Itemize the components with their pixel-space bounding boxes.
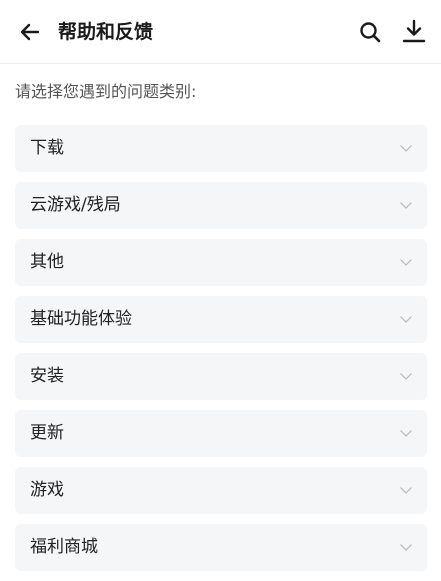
chevron-down-icon (400, 544, 412, 551)
category-list: 下载 云游戏/残局 其他 基础功能体验 安装 更新 游戏 福利商城 (15, 125, 427, 581)
category-item-welfare-mall[interactable]: 福利商城 (15, 524, 427, 571)
category-label: 云游戏/残局 (30, 195, 121, 215)
category-item-other[interactable]: 其他 (15, 239, 427, 286)
category-label: 下载 (30, 138, 64, 158)
download-button[interactable] (398, 15, 430, 47)
chevron-down-icon (400, 316, 412, 323)
category-prompt: 请选择您遇到的问题类别: (15, 82, 197, 101)
category-item-cloud-game[interactable]: 云游戏/残局 (15, 182, 427, 229)
search-icon (360, 22, 381, 43)
category-item-basic-features[interactable]: 基础功能体验 (15, 296, 427, 343)
arrow-left-icon (20, 23, 40, 41)
page-title: 帮助和反馈 (58, 21, 154, 43)
chevron-down-icon (400, 487, 412, 494)
search-button[interactable] (354, 16, 386, 48)
category-item-install[interactable]: 安装 (15, 353, 427, 400)
category-label: 福利商城 (30, 537, 98, 557)
chevron-down-icon (400, 373, 412, 380)
chevron-down-icon (400, 145, 412, 152)
chevron-down-icon (400, 259, 412, 266)
category-item-download[interactable]: 下载 (15, 125, 427, 172)
category-label: 基础功能体验 (30, 309, 132, 329)
category-label: 安装 (30, 366, 64, 386)
category-label: 其他 (30, 252, 64, 272)
category-item-update[interactable]: 更新 (15, 410, 427, 457)
chevron-down-icon (400, 430, 412, 437)
top-bar: 帮助和反馈 (0, 0, 441, 64)
download-icon (402, 19, 426, 43)
back-button[interactable] (14, 16, 46, 48)
category-label: 更新 (30, 423, 64, 443)
category-label: 游戏 (30, 480, 64, 500)
chevron-down-icon (400, 202, 412, 209)
category-item-game[interactable]: 游戏 (15, 467, 427, 514)
